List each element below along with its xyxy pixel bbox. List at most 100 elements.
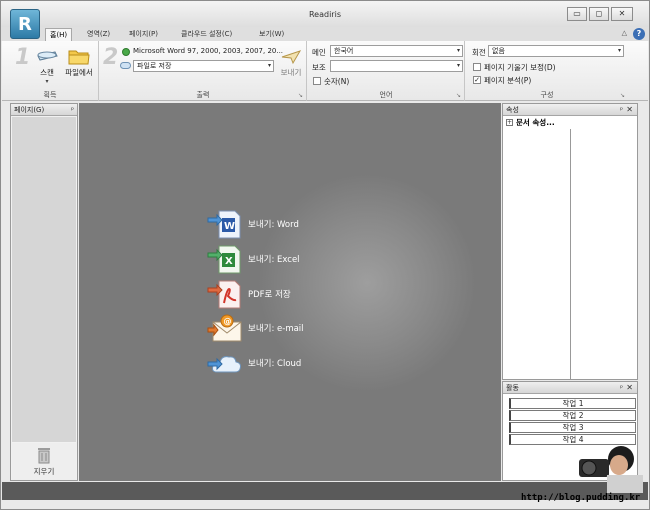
- rotate-label: 회전: [472, 48, 486, 57]
- group-acquire: 1 스캔 ▾ 파일에서 획득: [2, 41, 99, 101]
- pages-pane: 페이지(G) ᵖ 지우기: [10, 103, 78, 481]
- help-icon[interactable]: ?: [633, 28, 645, 40]
- dialog-launcher-icon[interactable]: ↘: [620, 92, 625, 99]
- export-email-label: 보내기: e-mail: [248, 324, 304, 334]
- scan-button[interactable]: 스캔 ▾: [33, 47, 61, 91]
- job-item[interactable]: 작업 2: [509, 410, 636, 421]
- paper-plane-icon: [281, 50, 302, 65]
- tab-view[interactable]: 보기(W): [255, 28, 288, 41]
- ribbon: 1 스캔 ▾ 파일에서 획득 2 Microsoft Word 97, 2000…: [2, 41, 648, 101]
- close-pane-icon[interactable]: ✕: [626, 382, 633, 394]
- send-button[interactable]: 보내기: [277, 49, 305, 83]
- dropdown-arrow-icon: ▾: [456, 62, 460, 69]
- activity-pane-title: 활동: [506, 384, 519, 392]
- svg-text:X: X: [225, 256, 233, 267]
- workspace: W 보내기: Word X 보내기: Excel PDF로 저장 @ 보내기: …: [79, 103, 501, 481]
- output-group-label: 출력: [196, 91, 210, 99]
- cloud-small-icon: [120, 62, 131, 69]
- title-bar: Readiris ▭ ◻ ✕: [1, 1, 649, 27]
- svg-text:W: W: [224, 221, 235, 232]
- secondary-language-label: 보조: [312, 63, 326, 72]
- export-cloud-label: 보내기: Cloud: [248, 359, 302, 369]
- numbers-checkbox[interactable]: [313, 77, 321, 85]
- main-language-label: 메인: [312, 48, 326, 57]
- properties-pane-header: 속성 ᵖ ✕: [503, 104, 637, 116]
- email-envelope-icon: @: [207, 314, 242, 342]
- readiris-logo-icon: R: [18, 14, 32, 35]
- expand-icon[interactable]: +: [506, 119, 513, 126]
- save-pdf-label: PDF로 저장: [248, 290, 291, 300]
- export-excel-label: 보내기: Excel: [248, 255, 300, 265]
- maximize-button[interactable]: ◻: [589, 7, 609, 21]
- cloud-icon: [207, 356, 241, 373]
- export-word-button[interactable]: W 보내기: Word: [207, 209, 397, 239]
- scan-label: 스캔: [40, 68, 54, 77]
- language-group-label: 언어: [379, 91, 393, 99]
- page-thumbnail-list[interactable]: [12, 117, 76, 442]
- job-item[interactable]: 작업 1: [509, 398, 636, 409]
- pdf-doc-icon: [207, 280, 241, 309]
- dialog-launcher-icon[interactable]: ↘: [456, 92, 461, 99]
- photographer-photo: [579, 446, 643, 493]
- output-format-select[interactable]: Microsoft Word 97, 2000, 2003, 2007, 20.…: [133, 47, 283, 55]
- pin-icon[interactable]: ᵖ: [620, 104, 623, 116]
- rotate-value: 없음: [492, 47, 505, 55]
- clear-button[interactable]: 지우기: [12, 443, 76, 480]
- word-format-icon: [122, 48, 130, 56]
- svg-text:@: @: [224, 317, 232, 326]
- trash-icon: [38, 448, 50, 464]
- activity-pane-header: 활동 ᵖ ✕: [503, 382, 637, 394]
- tab-home[interactable]: 홈(H): [45, 28, 73, 41]
- export-word-label: 보내기: Word: [248, 220, 299, 230]
- job-item[interactable]: 작업 3: [509, 422, 636, 433]
- pin-icon[interactable]: ᵖ: [620, 382, 623, 394]
- from-file-label: 파일에서: [65, 68, 93, 77]
- group-output: 2 Microsoft Word 97, 2000, 2003, 2007, 2…: [100, 41, 307, 101]
- dropdown-arrow-icon: ▾: [617, 47, 621, 54]
- main-language-select[interactable]: 한국어 ▾: [330, 45, 463, 57]
- properties-pane: 속성 ᵖ ✕ + 문서 속성...: [502, 103, 638, 380]
- tab-cloud-settings[interactable]: 클라우드 설정(C): [177, 28, 236, 41]
- deskew-label: 페이지 기울기 보정(D): [484, 63, 556, 72]
- close-button[interactable]: ✕: [611, 7, 633, 21]
- column-divider[interactable]: [570, 129, 571, 379]
- clear-label: 지우기: [33, 467, 55, 476]
- minimize-button[interactable]: ▭: [567, 7, 587, 21]
- pin-icon[interactable]: ᵖ: [71, 104, 74, 116]
- config-group-label: 구성: [540, 91, 554, 99]
- rotate-select[interactable]: 없음 ▾: [488, 45, 624, 57]
- scanner-icon: [37, 51, 58, 61]
- output-target-select[interactable]: 파일로 저장 ▾: [133, 60, 274, 72]
- collapse-ribbon-icon[interactable]: △: [622, 29, 627, 37]
- export-cloud-button[interactable]: 보내기: Cloud: [207, 348, 397, 378]
- export-excel-button[interactable]: X 보내기: Excel: [207, 244, 397, 274]
- main-language-value: 한국어: [334, 47, 354, 55]
- output-target-value: 파일로 저장: [137, 62, 172, 70]
- document-properties-row[interactable]: + 문서 속성...: [504, 117, 636, 128]
- dialog-launcher-icon[interactable]: ↘: [298, 92, 303, 99]
- ribbon-tabs: 홈(H) 영역(Z) 페이지(P) 클라우드 설정(C) 보기(W) △ ?: [1, 27, 649, 41]
- analyze-label: 페이지 분석(P): [484, 76, 532, 85]
- tab-page[interactable]: 페이지(P): [125, 28, 162, 41]
- app-menu-button[interactable]: R: [10, 9, 40, 39]
- window-title: Readiris: [308, 10, 341, 19]
- acquire-group-label: 획득: [43, 91, 57, 99]
- job-item[interactable]: 작업 4: [509, 434, 636, 445]
- dropdown-arrow-icon: ▾: [456, 47, 460, 54]
- dropdown-arrow-icon: ▾: [267, 62, 271, 69]
- properties-pane-title: 속성: [506, 106, 519, 114]
- secondary-language-select[interactable]: ▾: [330, 60, 463, 72]
- watermark-text: http://blog.pudding.kr: [521, 493, 641, 503]
- from-file-button[interactable]: 파일에서: [62, 47, 96, 91]
- pages-pane-title: 페이지(G): [14, 106, 45, 114]
- close-pane-icon[interactable]: ✕: [626, 104, 633, 116]
- dropdown-arrow-icon: ▾: [45, 78, 49, 85]
- analyze-checkbox[interactable]: ✓: [473, 76, 481, 84]
- app-window: Readiris ▭ ◻ ✕ R 홈(H) 영역(Z) 페이지(P) 클라우드 …: [0, 0, 650, 510]
- export-email-button[interactable]: @ 보내기: e-mail: [207, 313, 397, 343]
- send-label: 보내기: [280, 68, 302, 77]
- save-pdf-button[interactable]: PDF로 저장: [207, 279, 397, 309]
- tab-area[interactable]: 영역(Z): [83, 28, 114, 41]
- deskew-checkbox[interactable]: [473, 63, 481, 71]
- folder-icon: [68, 50, 90, 65]
